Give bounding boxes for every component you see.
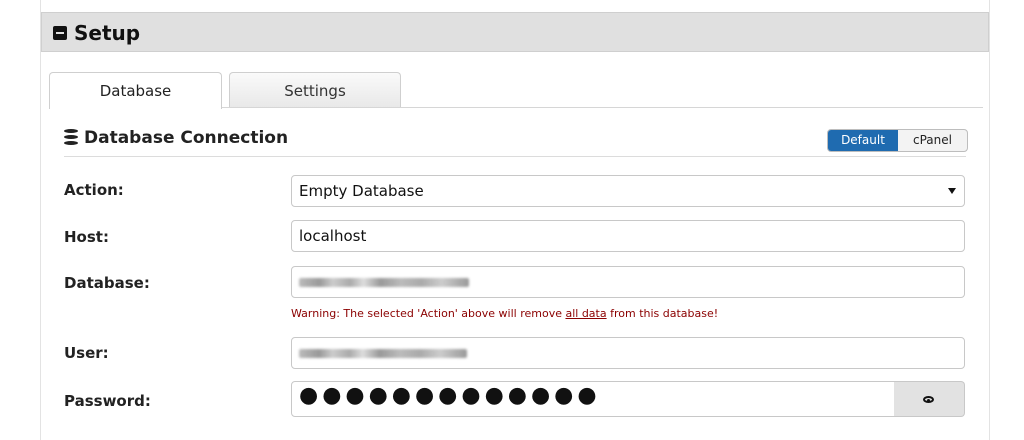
redacted-user-name (299, 349, 467, 358)
section-title-text: Database Connection (84, 128, 289, 148)
tab-database[interactable]: Database (49, 72, 222, 109)
host-input[interactable]: localhost (291, 220, 965, 252)
action-select-value: Empty Database (299, 182, 424, 200)
show-password-button[interactable] (894, 381, 965, 417)
eye-icon (923, 396, 934, 403)
warning-all-data: all data (565, 307, 607, 320)
dropdown-arrow-icon (948, 188, 956, 194)
database-icon (64, 129, 78, 145)
section-title: Database Connection (64, 128, 288, 148)
minus-square-icon[interactable] (53, 26, 67, 40)
database-label: Database: (64, 274, 150, 292)
user-label: User: (64, 344, 109, 362)
action-select[interactable]: Empty Database (291, 175, 965, 207)
panel-header[interactable]: Setup (41, 12, 989, 52)
action-label: Action: (64, 181, 124, 199)
mode-toggle: Default cPanel (827, 129, 968, 152)
setup-panel: Setup Database Settings Database Connect… (40, 0, 990, 440)
warning-text-prefix: Warning: The selected 'Action' above wil… (291, 307, 566, 320)
toggle-cpanel[interactable]: cPanel (898, 130, 967, 151)
warning-text-suffix: from this database! (606, 307, 719, 320)
password-label: Password: (64, 392, 151, 410)
section-divider (64, 156, 966, 157)
redacted-database-name (299, 278, 469, 287)
database-input[interactable] (291, 266, 965, 298)
password-input[interactable]: ●●●●●●●●●●●●● (291, 381, 895, 417)
panel-title: Setup (74, 21, 141, 45)
toggle-default[interactable]: Default (828, 130, 898, 151)
tab-settings[interactable]: Settings (229, 72, 401, 108)
database-warning: Warning: The selected 'Action' above wil… (291, 307, 718, 320)
host-label: Host: (64, 228, 109, 246)
user-input[interactable] (291, 337, 965, 369)
